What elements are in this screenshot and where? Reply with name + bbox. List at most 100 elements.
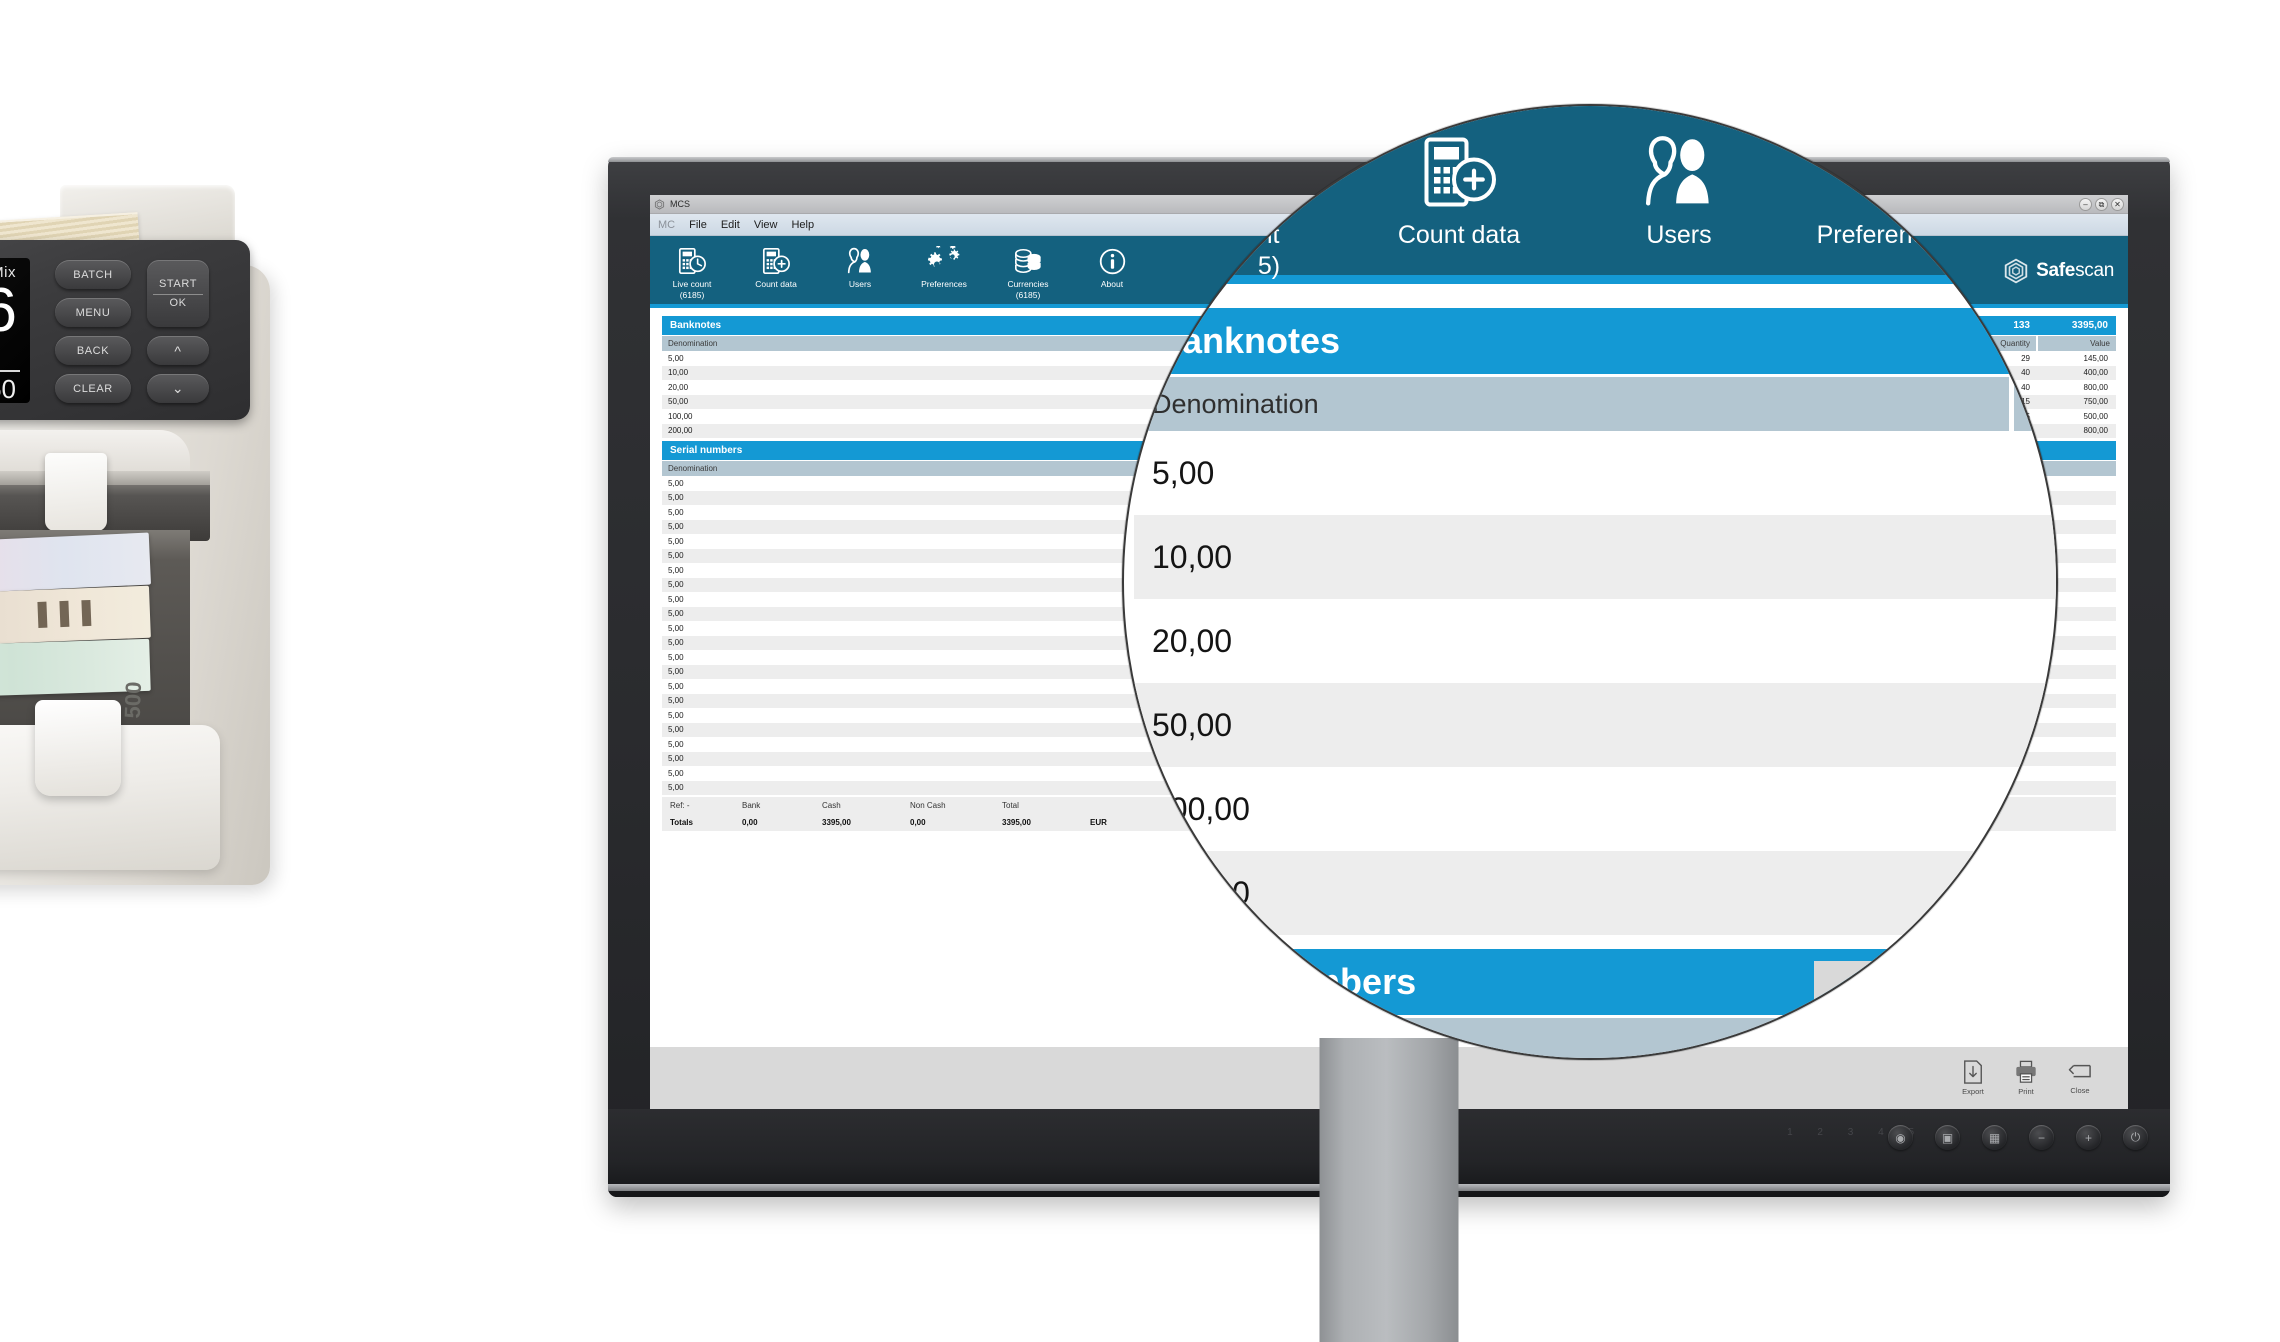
counter-note-guide[interactable]	[45, 453, 107, 531]
menu-item-help[interactable]: Help	[791, 219, 814, 231]
counter-back-button[interactable]: BACK	[55, 336, 131, 365]
screenshot-root: Auto Mix 96 72960 BATCH MENU BACK CLEAR …	[0, 0, 2280, 1342]
close-button-footer[interactable]: Close	[2068, 1061, 2092, 1095]
mag-banknotes-title: Banknotes	[1156, 320, 1341, 361]
toolbar-item-live-count[interactable]: Live count (6185)	[650, 236, 734, 300]
cell-quantity: 5	[2014, 791, 2056, 828]
brightness-up-icon[interactable]: +	[2076, 1125, 2101, 1150]
counter-clear-button[interactable]: CLEAR	[55, 374, 131, 403]
brand-light: scan	[2075, 260, 2114, 281]
cell-quantity: 4	[2014, 875, 2056, 912]
close-back-icon	[2068, 1064, 2091, 1078]
counter-batch-button[interactable]: BATCH	[55, 260, 131, 289]
mag-banknotes-rows: 5,00 29 10,00 40 20,00 40 50,00 15 100,00 5 200,00…	[1134, 431, 2056, 935]
clear-label: CLEAR	[73, 382, 113, 395]
table-row[interactable]: 20,00 40	[1134, 599, 2056, 683]
menu-icon[interactable]: ▦	[1982, 1125, 2007, 1150]
cell-denomination: 100,00	[1152, 790, 1250, 827]
magnified-report: Banknotes 133 Denomination Quantity 5,00…	[1124, 292, 2056, 1058]
totals-bank-value: 0,00	[742, 818, 758, 827]
input-source-icon[interactable]: ◉	[1888, 1125, 1913, 1150]
col-quantity: Quantity	[2014, 377, 2056, 431]
table-row[interactable]: 10,00 40	[1134, 515, 2056, 599]
counter-note-clamp[interactable]	[35, 700, 121, 796]
ok-label: OK	[169, 296, 187, 309]
minimize-button[interactable]: –	[2079, 198, 2092, 211]
menu-item-mc[interactable]: MC	[658, 219, 675, 231]
display-divider	[0, 370, 20, 372]
toolbar-label-about: About	[1100, 279, 1124, 289]
export-button[interactable]: Export	[1962, 1060, 1984, 1096]
menu-item-edit[interactable]: Edit	[721, 219, 740, 231]
counter-menu-button[interactable]: MENU	[55, 298, 131, 327]
print-label: Print	[2018, 1087, 2034, 1096]
col-denomination: Denomination	[1134, 377, 2009, 431]
window-controls: – ⧉ ✕	[2079, 198, 2124, 211]
mag-toolbar-item-currencies[interactable]: Currencies (6185)	[1979, 122, 2056, 278]
close-button[interactable]: ✕	[2111, 198, 2124, 211]
counter-up-button[interactable]: ^	[147, 336, 209, 365]
cell-denomination: 200,00	[1152, 874, 1250, 911]
brightness-down-icon[interactable]: −	[2029, 1125, 2054, 1150]
table-row[interactable]: 5,00 29	[1134, 431, 2056, 515]
monitor-osd-buttons: ◉ ▣ ▦ − + ⏻	[1888, 1125, 2148, 1150]
chevron-down-icon: ⌄	[171, 380, 185, 396]
counter-start-ok-button[interactable]: START OK	[147, 260, 209, 327]
menu-item-view[interactable]: View	[754, 219, 778, 231]
cell-denomination: 20,00	[1152, 622, 1233, 659]
cell-quantity: 40	[2014, 539, 2056, 576]
about-info-icon	[1098, 243, 1127, 276]
magnifier-lens: nt 5) Count data Users Preferences C Ban…	[1122, 104, 2058, 1060]
mag-sub-currencies: (6185)	[1979, 247, 2056, 278]
totals-ref-label: Ref: -	[670, 801, 690, 810]
toolbar-sub-live-count: (6185)	[679, 289, 705, 300]
batch-label: BATCH	[73, 268, 113, 281]
cell-quantity: 15	[2014, 707, 2056, 744]
currencies-coins-icon	[1013, 243, 1043, 276]
mag-serial-title: Serial numbers	[1156, 961, 1417, 1002]
toolbar-label-count-data: Count data	[755, 279, 797, 289]
count-data-icon	[1344, 126, 1574, 212]
totals-noncash-value: 0,00	[910, 818, 926, 827]
totals-col-total: Total	[1002, 801, 1019, 810]
toolbar-label-live-count: Live count	[672, 279, 712, 289]
power-icon[interactable]: ⏻	[2123, 1125, 2148, 1150]
currencies-coins-icon	[1979, 122, 2056, 208]
totals-total-value: 3395,00	[1002, 818, 1031, 827]
table-row[interactable]: 100,00 5	[1134, 767, 2056, 851]
mag-label-preferences: Preferences	[1816, 221, 1952, 249]
preferences-gears-icon	[928, 243, 960, 276]
toolbar-item-preferences[interactable]: Preferences	[902, 236, 986, 290]
menu-label: MENU	[75, 306, 111, 319]
display-count-value: 96	[0, 280, 17, 342]
mag-toolbar-item-count-data[interactable]: Count data	[1344, 126, 1574, 251]
cell-quantity: 40	[2014, 623, 2056, 660]
counter-down-button[interactable]: ⌄	[147, 374, 209, 403]
totals-row-label: Totals	[670, 818, 693, 827]
cell-denomination: 5,00	[1152, 454, 1215, 491]
picture-mode-icon[interactable]: ▣	[1935, 1125, 1960, 1150]
toolbar-label-currencies: Currencies	[1007, 279, 1049, 289]
totals-cash-value: 3395,00	[822, 818, 851, 827]
banknotes-title: Banknotes	[670, 320, 722, 331]
toolbar-item-count-data[interactable]: Count data	[734, 236, 818, 290]
toolbar-item-currencies[interactable]: Currencies (6185)	[986, 236, 1070, 300]
maximize-button[interactable]: ⧉	[2095, 198, 2108, 211]
table-row[interactable]: 50,00 15	[1134, 683, 2056, 767]
print-button[interactable]: Print	[2014, 1060, 2038, 1096]
counter-control-panel: Auto Mix 96 72960 BATCH MENU BACK CLEAR …	[0, 240, 250, 420]
totals-col-bank: Bank	[742, 801, 761, 810]
menu-item-file[interactable]: File	[689, 219, 707, 231]
toolbar-item-users[interactable]: Users	[818, 236, 902, 290]
live-count-icon	[677, 243, 707, 276]
cell-denomination: 10,00	[1152, 538, 1233, 575]
safescan-logo-icon	[654, 198, 665, 210]
money-counter-machine: Auto Mix 96 72960 BATCH MENU BACK CLEAR …	[0, 185, 360, 895]
toolbar-label-users: Users	[848, 279, 872, 289]
mag-banknotes-header: Banknotes 133	[1134, 308, 2056, 374]
mag-toolbar-item-preferences[interactable]: Preferences	[1769, 126, 1999, 251]
cell-quantity: 29	[2014, 455, 2056, 492]
cell-denomination: 50,00	[1152, 706, 1233, 743]
table-row[interactable]: 200,00 4	[1134, 851, 2056, 935]
mag-toolbar-item-users[interactable]: Users	[1564, 126, 1794, 251]
